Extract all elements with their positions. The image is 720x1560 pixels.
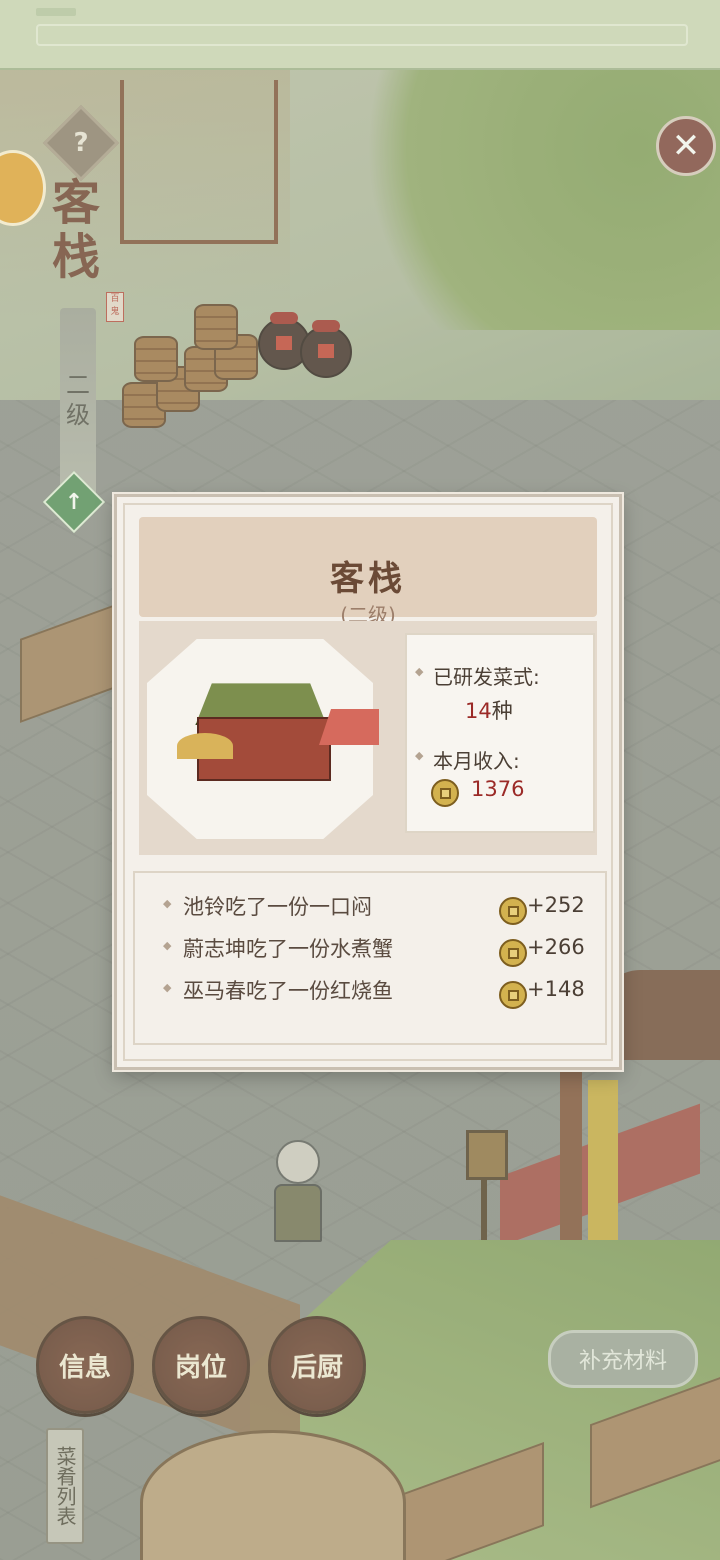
popup-title: 客栈 bbox=[330, 559, 406, 599]
dishes-label: 已研发菜式: bbox=[415, 661, 540, 690]
coin-icon bbox=[431, 779, 459, 807]
stats-panel: 已研发菜式: 14种 本月收入: 1376 bbox=[405, 633, 595, 833]
log-entry: ◆ 巫马春吃了一份红烧鱼 +148 bbox=[163, 975, 585, 1011]
building-info-popup: 客栈 (二级) 已研发菜式: 14种 本月收入: 1376 ◆池铃吃了一份一口闷… bbox=[114, 494, 622, 1070]
income-value: 1376 bbox=[471, 777, 525, 801]
log-entry: ◆ 池铃吃了一份一口闷 +252 bbox=[163, 891, 585, 927]
coin-icon bbox=[499, 897, 527, 925]
dishes-count: 14种 bbox=[465, 699, 513, 723]
inn-umbrella bbox=[177, 733, 233, 759]
popup-header: 客栈 (二级) bbox=[139, 517, 597, 627]
income-label: 本月收入: bbox=[415, 745, 520, 774]
coin-icon bbox=[499, 981, 527, 1009]
income-log[interactable]: ◆ 池铃吃了一份一口闷 +252 ◆ 蔚志坤吃了一份水煮蟹 +266 ◆ 巫马春吃了一… bbox=[133, 871, 607, 1045]
log-entry: ◆ 蔚志坤吃了一份水煮蟹 +266 bbox=[163, 933, 585, 969]
coin-icon bbox=[499, 939, 527, 967]
